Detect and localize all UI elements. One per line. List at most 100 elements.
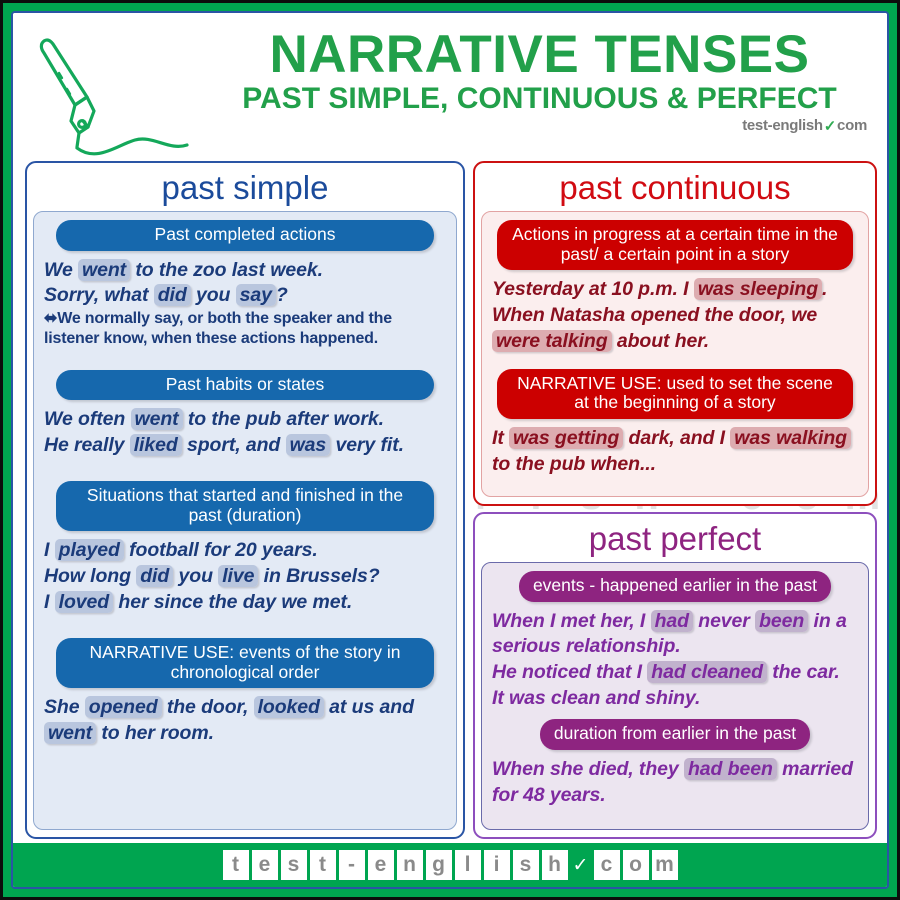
sentence-text: you <box>173 565 219 588</box>
example-sentence: We went to the zoo last week. <box>44 258 446 284</box>
example-sentence: When she died, they had been married for… <box>492 757 858 809</box>
example-sentence: It was clean and shiny. <box>492 686 858 712</box>
panel-past-perfect: past perfect events - happened earlier i… <box>473 512 877 839</box>
section-heading-pill: duration from earlier in the past <box>539 719 811 750</box>
section-note: ⬌We normally say, or both the speaker an… <box>44 310 392 347</box>
sentence-text: How long <box>44 565 137 588</box>
sentence-text: Sorry, what <box>44 284 154 307</box>
sentence-text: I <box>44 539 55 562</box>
footer-letter-tile: c <box>593 850 620 880</box>
footer-letter-tile: m <box>651 850 678 880</box>
footer-letter-tile: e <box>367 850 394 880</box>
highlighted-verb: was <box>285 434 331 457</box>
highlighted-verb: played <box>54 539 124 562</box>
highlighted-verb: had <box>650 609 693 632</box>
highlighted-verb: was sleeping <box>693 278 823 301</box>
section-heading-pill: NARRATIVE USE: events of the story in ch… <box>56 638 434 689</box>
footer-letter-tile: h <box>541 850 568 880</box>
footer-letter-tile: t <box>309 850 336 880</box>
highlighted-verb: went <box>130 408 183 431</box>
column-right: past continuous Actions in progress at a… <box>473 161 877 839</box>
sentence-text: He noticed that I <box>492 661 648 684</box>
header-brand: test-english ✓ com <box>198 117 881 135</box>
check-circle-icon: ✓ <box>823 117 837 135</box>
section-heading-pill: Situations that started and finished in … <box>56 481 434 532</box>
footer-letter-tile: n <box>396 850 423 880</box>
section-heading-pill: Past habits or states <box>56 369 434 401</box>
highlighted-verb: liked <box>129 434 182 457</box>
infographic-poster: test-english✓com NARRATIVE TENSES PAST S… <box>0 0 900 900</box>
sentence-text: the door, <box>161 696 254 719</box>
sentence-text: to the zoo last week. <box>130 258 323 281</box>
section-heading-pill: Actions in progress at a certain time in… <box>497 219 853 271</box>
example-sentence: It was getting dark, and I was walking t… <box>492 426 858 478</box>
sentence-text: her since the day we met. <box>113 591 353 614</box>
highlighted-verb: loved <box>54 591 114 614</box>
footer-letter-tile: o <box>622 850 649 880</box>
highlighted-verb: was walking <box>730 427 851 450</box>
sentence-text: We <box>44 258 79 281</box>
footer-letter-tile: - <box>338 850 365 880</box>
footer-letter-tile: s <box>280 850 307 880</box>
highlighted-verb: looked <box>253 696 324 719</box>
section-heading-pill: NARRATIVE USE: used to set the scene at … <box>497 368 853 420</box>
example-sentence: Sorry, what did you say? <box>44 283 446 309</box>
sentence-text: never <box>692 609 756 632</box>
sentence-text: the car. <box>766 661 840 684</box>
section-heading-pill: events - happened earlier in the past <box>518 570 832 602</box>
page-title: NARRATIVE TENSES <box>269 25 810 84</box>
sentence-text: When I met her, I <box>492 609 651 632</box>
sentence-text: about her. <box>611 329 710 352</box>
sentence-text: He really <box>44 434 130 457</box>
past-continuous-content: Actions in progress at a certain time in… <box>481 210 869 497</box>
title-block: NARRATIVE TENSES PAST SIMPLE, CONTINUOUS… <box>198 27 881 135</box>
sentence-text: I <box>44 591 55 614</box>
sentence-text: She <box>44 696 85 719</box>
poster-inner: test-english✓com NARRATIVE TENSES PAST S… <box>11 11 889 889</box>
sentence-text: you <box>190 284 236 307</box>
footer-check-icon: ✓ <box>572 854 589 876</box>
sentence-text: It <box>492 427 510 450</box>
header-brand-left: test-english <box>742 117 823 134</box>
sentence-text: Yesterday at 10 p.m. I <box>492 278 694 301</box>
example-sentence: He really liked sport, and was very fit. <box>44 433 446 459</box>
highlighted-verb: was getting <box>509 427 624 450</box>
highlighted-verb: did <box>153 284 191 307</box>
sentence-text: We often <box>44 408 131 431</box>
highlighted-verb: been <box>755 609 809 632</box>
panel-title-past-simple: past simple <box>161 169 329 206</box>
footer-letter-tile: i <box>483 850 510 880</box>
highlighted-verb: had cleaned <box>647 661 767 684</box>
example-sentence: I loved her since the day we met. <box>44 590 446 616</box>
panel-title-past-perfect: past perfect <box>588 520 762 557</box>
fountain-pen-icon <box>39 38 189 156</box>
column-past-simple: past simple Past completed actions We wen… <box>25 161 465 839</box>
sentence-text: to her room. <box>96 722 214 745</box>
sentence-text: ? <box>275 284 288 307</box>
sentence-text: to the pub when... <box>492 453 656 475</box>
panel-past-simple: past simple Past completed actions We wen… <box>25 161 465 839</box>
past-simple-content: Past completed actions We went to the zoo… <box>33 210 457 830</box>
sentence-text: When she died, they <box>492 757 684 780</box>
highlighted-verb: opened <box>84 696 162 719</box>
example-sentence: I played football for 20 years. <box>44 538 446 564</box>
sentence-text: sport, and <box>181 434 286 457</box>
sentence-text: It was clean and shiny. <box>492 687 701 710</box>
highlighted-verb: say <box>235 284 276 307</box>
example-sentence: She opened the door, looked at us and we… <box>44 695 446 747</box>
section-heading-pill: Past completed actions <box>56 219 434 251</box>
footer-letter-tile: t <box>222 850 249 880</box>
sentence-text: When Natasha opened the door, we <box>492 304 818 327</box>
sentence-text: football for 20 years. <box>123 539 318 562</box>
